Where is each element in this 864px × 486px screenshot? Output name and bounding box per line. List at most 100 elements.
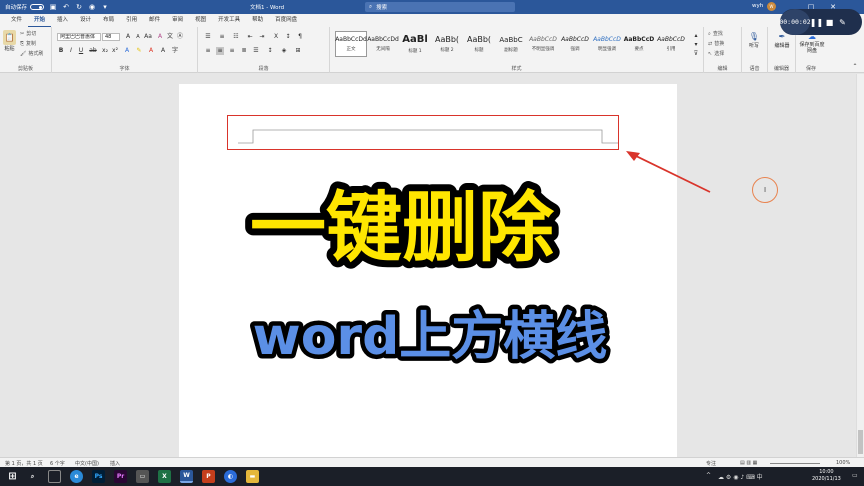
tab-insert[interactable]: 插入 (51, 14, 74, 27)
tab-design[interactable]: 设计 (74, 14, 97, 27)
tab-mailings[interactable]: 邮件 (143, 14, 166, 27)
style-heading-2[interactable]: AaBb( 标题 2 (431, 31, 463, 57)
excel-icon[interactable]: X (158, 470, 171, 483)
focus-mode-button[interactable]: 专注 (706, 460, 716, 467)
sort-icon[interactable]: ↕ (284, 33, 292, 41)
redo-icon[interactable]: ↻ (75, 3, 83, 11)
file-explorer-icon[interactable]: ▬ (246, 470, 259, 483)
distributed-icon[interactable]: ☰ (252, 47, 260, 55)
font-size-select[interactable]: 48 (102, 33, 120, 41)
style-strong[interactable]: AaBbCcD 要点 (623, 31, 655, 57)
justify-icon[interactable]: ≣ (240, 47, 248, 55)
format-painter-button[interactable]: 🖌 格式刷 (20, 50, 43, 58)
edge-browser-icon[interactable]: e (70, 470, 83, 483)
align-center-icon[interactable]: ≡ (216, 47, 224, 55)
replace-button[interactable]: ⇄ 替换 (708, 40, 724, 48)
increase-indent-icon[interactable]: ⇥ (258, 33, 266, 41)
tray-overflow-icon[interactable]: ^ (706, 472, 711, 479)
tab-review[interactable]: 审阅 (166, 14, 189, 27)
select-button[interactable]: ↖ 选择 (708, 50, 724, 58)
task-view-icon[interactable] (48, 470, 61, 483)
vertical-scrollbar[interactable] (856, 74, 864, 457)
powerpoint-icon[interactable]: P (202, 470, 215, 483)
font-name-select[interactable]: 阿里巴巴普惠体 (57, 33, 101, 41)
zoom-slider[interactable] (770, 463, 820, 464)
dictate-button[interactable]: 🎙 听写 (748, 30, 760, 50)
decrease-indent-icon[interactable]: ⇤ (246, 33, 254, 41)
tab-view[interactable]: 视图 (189, 14, 212, 27)
cut-button[interactable]: ✂ 剪切 (20, 30, 36, 38)
styles-scroll-up-icon[interactable]: ▴ (692, 32, 700, 40)
change-case-icon[interactable]: Aa (144, 33, 152, 41)
app-icon[interactable]: ▭ (136, 470, 149, 483)
search-box[interactable]: ⌕ 搜索 (365, 2, 515, 12)
language-status[interactable]: 中文(中国) (75, 460, 99, 467)
app-blue-icon[interactable]: ◐ (224, 470, 237, 483)
bullets-icon[interactable]: ☰ (204, 33, 212, 41)
tray-icons[interactable]: ☁ ⚙ ◉ ♪ ⌨ 中 (718, 472, 763, 481)
insert-mode[interactable]: 插入 (110, 460, 120, 467)
windows-start-icon[interactable]: ⊞ (6, 470, 19, 483)
undo-icon[interactable]: ↶ (62, 3, 70, 11)
tab-layout[interactable]: 布局 (97, 14, 120, 27)
shading-icon[interactable]: ◈ (280, 47, 288, 55)
tab-developer[interactable]: 开发工具 (212, 14, 246, 27)
user-name[interactable]: wyh (752, 3, 763, 9)
text-effects-icon[interactable]: A (123, 47, 131, 55)
photoshop-icon[interactable]: Ps (92, 470, 105, 483)
autosave[interactable]: 自动保存 (5, 3, 45, 11)
style-subtitle[interactable]: AaBbC 副标题 (495, 31, 527, 57)
pause-icon[interactable]: ❚❚ (810, 13, 823, 31)
search-icon[interactable]: ⌕ (26, 470, 39, 483)
superscript-icon[interactable]: x² (111, 47, 119, 55)
phonetic-guide-icon[interactable]: 文 (166, 33, 174, 41)
style-intense-emphasis[interactable]: AaBbCcD 明显强调 (591, 31, 623, 57)
system-clock[interactable]: 10:00 2020/11/13 (812, 469, 841, 483)
style-title[interactable]: AaBb( 标题 (463, 31, 495, 57)
tab-home[interactable]: 开始 (28, 14, 52, 27)
tab-references[interactable]: 引用 (120, 14, 143, 27)
style-normal[interactable]: AaBbCcDd 正文 (335, 31, 367, 57)
chinese-layout-icon[interactable]: X (272, 33, 280, 41)
tab-baidu-netdisk[interactable]: 百度网盘 (269, 14, 303, 27)
avatar[interactable]: W (767, 2, 776, 11)
char-border-icon[interactable]: 字 (171, 47, 179, 55)
word-icon[interactable]: W (180, 470, 193, 483)
word-count[interactable]: 6 个字 (50, 460, 65, 467)
italic-icon[interactable]: I (67, 47, 75, 55)
font-color-icon[interactable]: A (147, 47, 155, 55)
collapse-ribbon-icon[interactable]: ⌃ (851, 63, 859, 71)
grow-font-icon[interactable]: A (124, 33, 132, 41)
style-emphasis[interactable]: AaBbCcD 强调 (559, 31, 591, 57)
tab-file[interactable]: 文件 (5, 14, 28, 27)
find-button[interactable]: ⌕ 查找 (708, 30, 723, 38)
subscript-icon[interactable]: x₂ (101, 47, 109, 55)
customize-toolbar-icon[interactable]: ▾ (101, 3, 109, 11)
align-right-icon[interactable]: ≡ (228, 47, 236, 55)
bold-icon[interactable]: B (57, 47, 65, 55)
underline-icon[interactable]: U (77, 47, 85, 55)
clear-format-icon[interactable]: A (156, 33, 164, 41)
header-horizontal-line[interactable] (228, 116, 620, 151)
page-count[interactable]: 第 1 页，共 1 页 (5, 460, 43, 467)
styles-scroll-down-icon[interactable]: ▾ (692, 41, 700, 49)
style-no-spacing[interactable]: AaBbCcDd 无间隔 (367, 31, 399, 57)
style-heading-1[interactable]: AaBl 标题 1 (399, 31, 431, 57)
char-shading-icon[interactable]: A (159, 47, 167, 55)
scrollbar-thumb[interactable] (858, 430, 863, 454)
multilevel-list-icon[interactable]: ☷ (232, 33, 240, 41)
style-subtle-emphasis[interactable]: AaBbCcD 不明显强调 (527, 31, 559, 57)
styles-more-icon[interactable]: ⊽ (692, 50, 700, 58)
highlight-icon[interactable]: ✎ (135, 47, 143, 55)
save-icon[interactable]: ▣ (49, 3, 57, 11)
copy-button[interactable]: ⎘ 复制 (20, 40, 36, 48)
borders-icon[interactable]: ⊞ (294, 47, 302, 55)
paste-button[interactable]: 📋 粘贴 (3, 30, 16, 52)
shrink-font-icon[interactable]: A (134, 33, 142, 41)
show-marks-icon[interactable]: ¶ (296, 33, 304, 41)
strikethrough-icon[interactable]: ab (89, 47, 97, 55)
view-mode-icons[interactable]: ▤ ▥ ▦ (740, 460, 757, 466)
touch-mode-icon[interactable]: ◉ (88, 3, 96, 11)
tab-help[interactable]: 帮助 (246, 14, 269, 27)
stop-icon[interactable]: ■ (823, 13, 836, 31)
